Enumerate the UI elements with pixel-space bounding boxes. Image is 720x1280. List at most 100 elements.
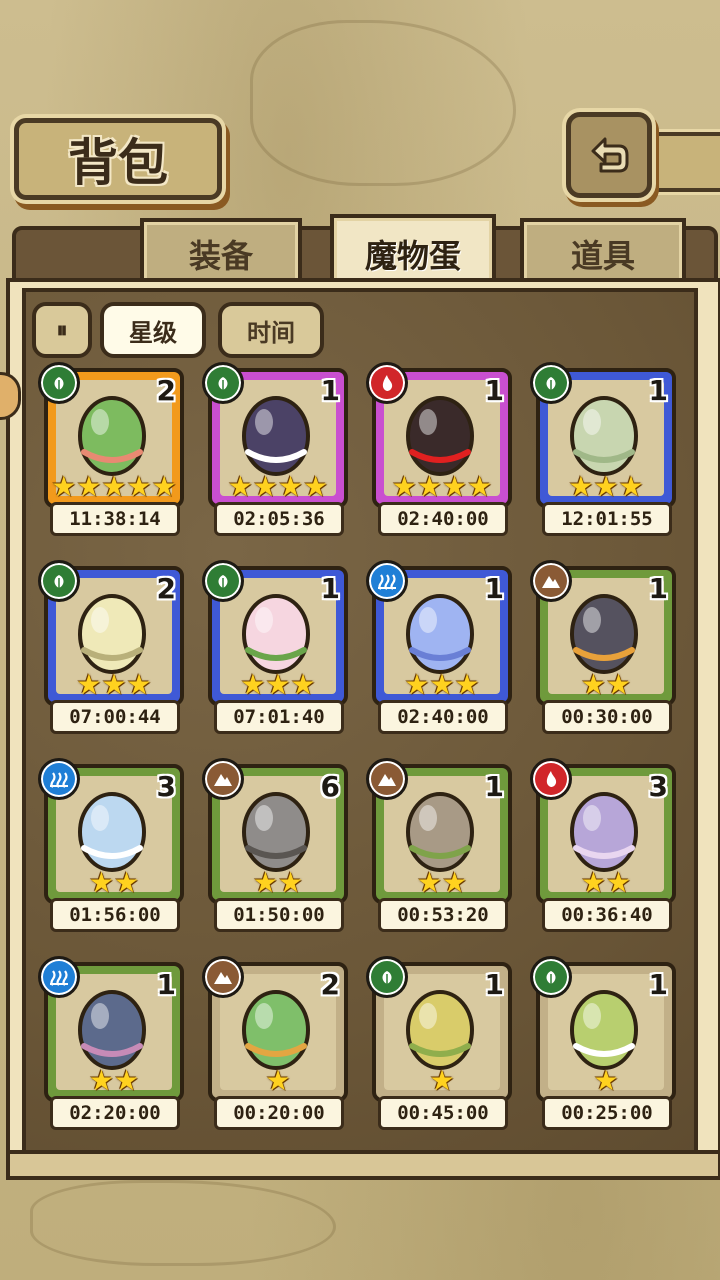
- egg-card[interactable]: 1 ★★★★: [366, 362, 512, 508]
- egg-count: 2: [156, 374, 176, 407]
- monster-egg-icon: [78, 396, 146, 476]
- hatch-timer: 01:56:00: [50, 898, 180, 932]
- monster-egg-icon: [78, 594, 146, 674]
- hatch-timer: 00:20:00: [214, 1096, 344, 1130]
- hatch-timer: 02:05:36: [214, 502, 344, 536]
- hatch-timer: 02:40:00: [378, 700, 508, 734]
- leaf-element-icon: [530, 956, 572, 998]
- tab-label: 道具: [570, 237, 635, 275]
- star-rating: ★★★: [568, 470, 644, 503]
- egg-card[interactable]: 1 ★★★: [202, 560, 348, 706]
- egg-card[interactable]: 2 ★★★★★: [38, 362, 184, 508]
- egg-count: 1: [320, 572, 340, 605]
- star-rating: ★★: [88, 866, 140, 899]
- egg-count: 1: [484, 770, 504, 803]
- water-element-icon: [38, 758, 80, 800]
- earth-element-icon: [202, 956, 244, 998]
- star-rating: ★★: [416, 866, 468, 899]
- star-rating: ★★: [580, 866, 632, 899]
- egg-count: 3: [648, 770, 668, 803]
- page-title-plate: 背包: [14, 118, 222, 200]
- egg-count: 2: [320, 968, 340, 1001]
- sort-by-stars-button[interactable]: 星级: [100, 302, 206, 358]
- star-rating: ★★★★: [391, 470, 493, 503]
- monster-egg-icon: [242, 594, 310, 674]
- egg-card[interactable]: 3 ★★: [530, 758, 676, 904]
- monster-egg-icon: [78, 990, 146, 1070]
- egg-card[interactable]: 1 ★★: [366, 758, 512, 904]
- star-rating: ★★★: [76, 668, 152, 701]
- leaf-element-icon: [38, 560, 80, 602]
- star-rating: ★★: [88, 1064, 140, 1097]
- leaf-element-icon: [38, 362, 80, 404]
- star-rating: ★★★★: [227, 470, 329, 503]
- hatch-timer: 07:00:44: [50, 700, 180, 734]
- egg-card[interactable]: 1 ★★: [530, 560, 676, 706]
- leaf-element-icon: [366, 956, 408, 998]
- egg-card[interactable]: 6 ★★: [202, 758, 348, 904]
- egg-card[interactable]: 1 ★★★★: [202, 362, 348, 508]
- monster-egg-icon: [406, 396, 474, 476]
- hatch-timer: 01:50:00: [214, 898, 344, 932]
- star-rating: ★★★: [404, 668, 480, 701]
- leaf-element-icon: [530, 362, 572, 404]
- hatch-timer: 12:01:55: [542, 502, 672, 536]
- monster-egg-icon: [242, 396, 310, 476]
- page-title: 背包: [68, 133, 168, 192]
- star-rating: ★★: [252, 866, 304, 899]
- egg-card[interactable]: 2 ★: [202, 956, 348, 1102]
- return-arrow-icon: [591, 137, 629, 173]
- egg-card[interactable]: 1 ★★★: [366, 560, 512, 706]
- star-rating: ★: [593, 1064, 619, 1097]
- star-rating: ★★: [580, 668, 632, 701]
- hatch-timer: 00:53:20: [378, 898, 508, 932]
- egg-count: 1: [484, 572, 504, 605]
- egg-card[interactable]: 1 ★: [366, 956, 512, 1102]
- panel-bottom-border: [6, 1150, 720, 1180]
- hatch-timer: 02:40:00: [378, 502, 508, 536]
- hatch-timer: 00:36:40: [542, 898, 672, 932]
- sort-order-toggle[interactable]: ⏸: [32, 302, 92, 358]
- monster-egg-icon: [78, 792, 146, 872]
- monster-egg-icon: [406, 792, 474, 872]
- earth-element-icon: [530, 560, 572, 602]
- fire-element-icon: [530, 758, 572, 800]
- egg-count: 1: [648, 572, 668, 605]
- monster-egg-icon: [242, 990, 310, 1070]
- egg-card[interactable]: 1 ★: [530, 956, 676, 1102]
- egg-count: 1: [648, 374, 668, 407]
- back-button-plate: [640, 132, 720, 192]
- egg-card[interactable]: 1 ★★: [38, 956, 184, 1102]
- monster-egg-icon: [570, 594, 638, 674]
- hatch-timer: 07:01:40: [214, 700, 344, 734]
- star-rating: ★: [265, 1064, 291, 1097]
- star-rating: ★★★★★: [51, 470, 177, 503]
- earth-element-icon: [366, 758, 408, 800]
- earth-element-icon: [202, 758, 244, 800]
- star-rating: ★★★: [240, 668, 316, 701]
- egg-card[interactable]: 1 ★★★: [530, 362, 676, 508]
- filter-label: 星级: [129, 318, 177, 347]
- monster-egg-icon: [406, 594, 474, 674]
- egg-count: 1: [648, 968, 668, 1001]
- egg-count: 3: [156, 770, 176, 803]
- egg-card[interactable]: 2 ★★★: [38, 560, 184, 706]
- hatch-timer: 00:45:00: [378, 1096, 508, 1130]
- monster-egg-icon: [242, 792, 310, 872]
- leaf-element-icon: [202, 560, 244, 602]
- hatch-timer: 11:38:14: [50, 502, 180, 536]
- egg-count: 6: [320, 770, 340, 803]
- fire-element-icon: [366, 362, 408, 404]
- filter-label: 时间: [247, 318, 295, 347]
- sort-by-time-button[interactable]: 时间: [218, 302, 324, 358]
- monster-egg-icon: [406, 990, 474, 1070]
- monster-egg-icon: [570, 792, 638, 872]
- egg-count: 1: [484, 968, 504, 1001]
- egg-card[interactable]: 3 ★★: [38, 758, 184, 904]
- monster-egg-icon: [570, 396, 638, 476]
- pause-toggle-icon: ⏸: [56, 317, 68, 343]
- back-button[interactable]: [566, 112, 652, 198]
- monster-egg-icon: [570, 990, 638, 1070]
- egg-count: 1: [484, 374, 504, 407]
- egg-count: 1: [320, 374, 340, 407]
